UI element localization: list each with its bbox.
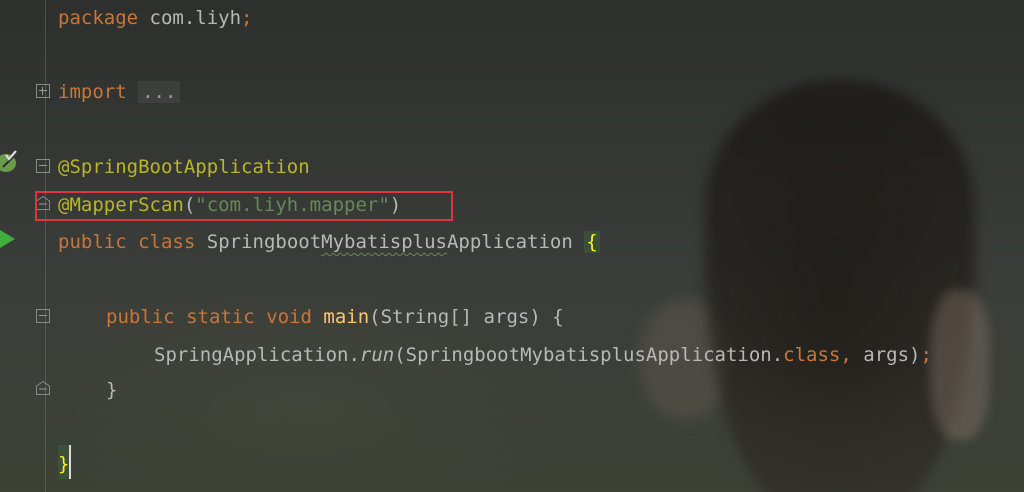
fold-collapse-icon[interactable] [36,159,50,173]
run-method-name: run [359,344,395,366]
call-args-end: args) [851,344,921,366]
code-line-main-method: public static void main(String[] args) { [106,302,564,332]
background-figure-hand [930,290,990,440]
annotation-springbootapplication: @SpringBootApplication [58,156,310,178]
code-line-run-call: SpringApplication.run(SpringbootMybatisp… [154,340,932,370]
public-keyword: public [58,231,127,253]
text-caret [69,445,71,479]
semicolon: ; [241,7,253,29]
public-keyword: public [106,306,175,328]
call-args: (SpringbootMybatisplusApplication. [394,344,784,366]
code-line-class-declaration: public class SpringbootMybatisplusApplic… [58,227,600,257]
class-name-part: Springboot [206,231,322,253]
main-close-brace: } [106,379,118,401]
folded-imports[interactable]: ... [138,81,181,103]
code-line-import: import ... [58,77,181,107]
code-line-main-close: } [106,375,117,405]
fold-expand-icon[interactable] [36,84,50,98]
run-icon[interactable] [0,228,20,250]
annotation-highlight-box [35,191,453,221]
semicolon: ; [920,344,932,366]
class-close-brace: } [58,453,70,475]
package-name: com.liyh [138,7,242,29]
void-keyword: void [266,306,312,328]
gutter-divider [45,0,46,492]
code-line-package: package com.liyh; [58,3,252,33]
class-keyword: class [138,231,196,253]
spring-bean-icon[interactable] [0,150,20,172]
class-open-brace: { [584,231,600,253]
class-name-typo-part: Mybatisplus [321,231,447,253]
code-line-class-close: } [58,449,69,479]
code-line-annotation-springboot: @SpringBootApplication [58,152,310,182]
static-keyword: static [186,306,255,328]
call-target: SpringApplication. [154,344,360,366]
package-keyword: package [58,7,139,29]
class-name-part: Application [446,231,573,253]
main-method-name: main [323,306,370,328]
class-literal-keyword: class, [783,344,852,366]
import-keyword: import [58,81,127,103]
background-figure [705,80,975,492]
fold-collapse-icon[interactable] [36,309,50,323]
main-params: (String[] args) { [369,306,564,328]
fold-end-icon[interactable] [36,381,50,395]
